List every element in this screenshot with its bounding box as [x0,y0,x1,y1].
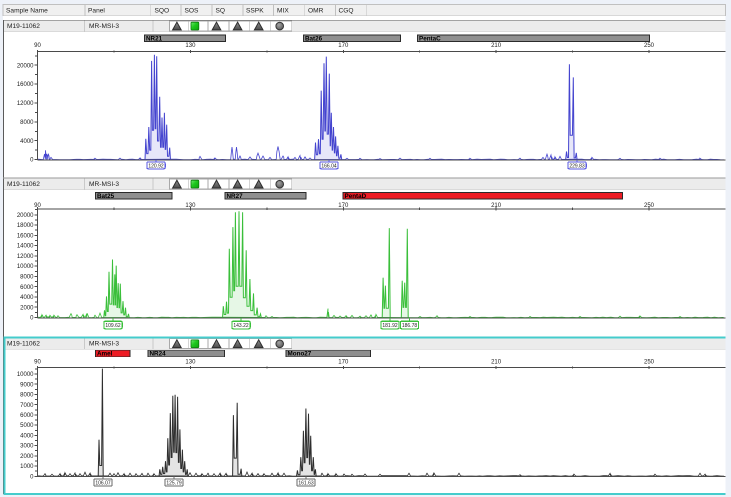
svg-text:8000: 8000 [20,275,34,281]
svg-text:2000: 2000 [20,305,34,311]
svg-text:16000: 16000 [17,233,34,239]
svg-text:Mono27: Mono27 [288,351,312,358]
svg-text:PentaD: PentaD [345,193,367,200]
svg-text:14000: 14000 [17,244,34,250]
svg-text:250: 250 [644,43,655,49]
svg-text:229.83: 229.83 [569,163,585,169]
svg-text:M19-11062: M19-11062 [7,181,40,188]
svg-text:SQO: SQO [155,8,170,15]
svg-text:161.63: 161.63 [298,480,314,486]
svg-text:109.62: 109.62 [105,323,121,329]
svg-text:130: 130 [185,43,196,49]
svg-text:181.92: 181.92 [382,323,398,329]
svg-text:20000: 20000 [17,213,34,219]
svg-text:170: 170 [338,43,349,49]
svg-text:250: 250 [644,360,655,366]
svg-text:90: 90 [34,360,41,366]
svg-text:106.07: 106.07 [95,480,111,486]
svg-text:PentaC: PentaC [419,35,441,42]
svg-text:4000: 4000 [20,139,34,145]
svg-text:NR24: NR24 [150,351,167,358]
svg-text:1000: 1000 [20,464,34,470]
svg-text:CGQ: CGQ [339,8,354,15]
svg-text:9000: 9000 [20,382,34,388]
svg-text:MR-MSI-3: MR-MSI-3 [89,341,119,348]
svg-text:12000: 12000 [17,254,34,260]
svg-text:6000: 6000 [20,413,34,419]
svg-text:Bat26: Bat26 [305,35,323,42]
svg-text:Bat25: Bat25 [97,193,115,200]
svg-text:8000: 8000 [20,120,34,126]
svg-text:SSPK: SSPK [246,8,264,15]
svg-text:MIX: MIX [277,8,289,15]
svg-text:M19-11062: M19-11062 [7,23,40,30]
svg-text:120.92: 120.92 [148,163,164,169]
svg-text:166.04: 166.04 [321,163,337,169]
svg-text:210: 210 [491,360,502,366]
svg-text:4000: 4000 [20,295,34,301]
svg-text:NR27: NR27 [227,193,244,200]
svg-text:SOS: SOS [185,8,200,15]
svg-text:6000: 6000 [20,285,34,291]
svg-text:Panel: Panel [88,8,105,15]
svg-text:170: 170 [338,360,349,366]
svg-text:186.78: 186.78 [402,323,418,329]
svg-text:OMR: OMR [308,8,324,15]
svg-text:210: 210 [491,43,502,49]
svg-text:130: 130 [185,360,196,366]
svg-text:10000: 10000 [17,264,34,270]
svg-text:90: 90 [34,43,41,49]
svg-text:143.22: 143.22 [233,323,249,329]
svg-text:MR-MSI-3: MR-MSI-3 [89,23,119,30]
svg-text:18000: 18000 [17,223,34,229]
svg-text:SQ: SQ [216,8,226,15]
svg-text:5000: 5000 [20,423,34,429]
svg-text:7000: 7000 [20,403,34,409]
svg-text:MR-MSI-3: MR-MSI-3 [89,181,119,188]
svg-text:125.79: 125.79 [166,480,182,486]
svg-text:NR21: NR21 [146,35,163,42]
svg-text:M19-11062: M19-11062 [7,341,40,348]
svg-text:2000: 2000 [20,454,34,460]
svg-text:3000: 3000 [20,444,34,450]
svg-text:Sample Name: Sample Name [6,8,48,15]
svg-text:4000: 4000 [20,434,34,440]
svg-text:8000: 8000 [20,393,34,399]
svg-text:20000: 20000 [17,63,34,69]
svg-text:12000: 12000 [17,101,34,107]
svg-text:Amel: Amel [97,351,113,358]
svg-text:10000: 10000 [17,372,34,378]
svg-text:16000: 16000 [17,82,34,88]
